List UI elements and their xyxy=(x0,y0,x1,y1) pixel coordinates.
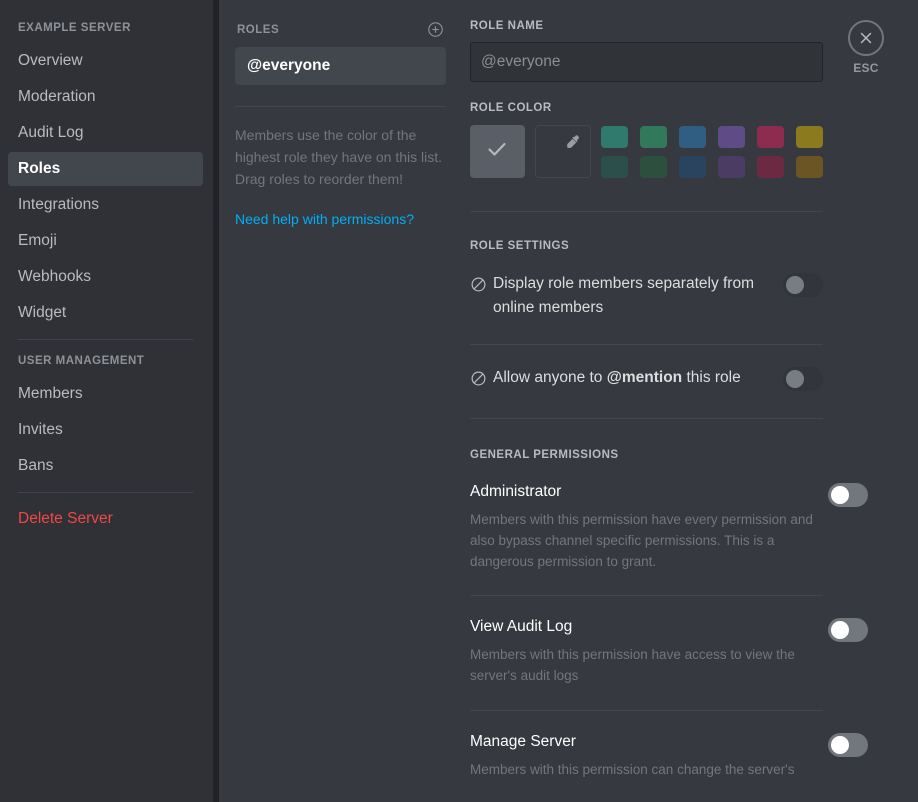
close-label: ESC xyxy=(853,61,879,75)
role-settings-label: ROLE SETTINGS xyxy=(470,240,570,252)
permission-description: Members with this permission can change … xyxy=(470,762,795,777)
sidebar-divider-1 xyxy=(18,339,193,340)
color-swatch[interactable] xyxy=(601,156,628,178)
role-list-item-everyone[interactable]: @everyone xyxy=(235,47,446,85)
sidebar-user-management-header: USER MANAGEMENT xyxy=(18,355,145,367)
permission-row-administrator: Administrator Members with this permissi… xyxy=(470,482,868,572)
sidebar-item-overview[interactable]: Overview xyxy=(8,44,203,78)
sidebar-item-roles[interactable]: Roles xyxy=(8,152,203,186)
deny-icon xyxy=(470,366,493,395)
role-editor-panel: ROLE NAME ROLE COLOR xyxy=(462,0,918,802)
sidebar-divider-2 xyxy=(18,492,193,493)
color-swatch-default[interactable] xyxy=(470,125,525,178)
setting-label-text: Allow anyone to @mention this role xyxy=(493,366,741,390)
close-x-icon xyxy=(848,20,884,56)
color-swatch[interactable] xyxy=(796,156,823,178)
permission-title: Manage Server xyxy=(470,733,576,750)
setting-label-text: Display role members separately from onl… xyxy=(493,275,755,316)
sidebar-item-bans[interactable]: Bans xyxy=(8,449,203,483)
permission-row-manage-server: Manage Server Members with this permissi… xyxy=(470,732,868,780)
divider-after-administrator xyxy=(470,595,823,596)
toggle-manage-server[interactable] xyxy=(828,733,868,757)
roles-help-note: Members use the color of the highest rol… xyxy=(235,127,443,187)
sidebar-item-moderation[interactable]: Moderation xyxy=(8,80,203,114)
toggle-knob xyxy=(831,621,849,639)
color-swatch[interactable] xyxy=(640,156,667,178)
color-swatch[interactable] xyxy=(757,126,784,148)
sidebar-item-widget[interactable]: Widget xyxy=(8,296,203,330)
role-color-picker xyxy=(470,125,823,178)
close-settings-button[interactable]: ESC xyxy=(836,20,896,75)
general-permissions-label: GENERAL PERMISSIONS xyxy=(470,449,619,461)
roles-list-divider xyxy=(235,106,446,107)
divider-after-color xyxy=(470,211,823,212)
toggle-display-separately[interactable] xyxy=(783,273,823,297)
divider-after-audit-log xyxy=(470,710,823,711)
sidebar-item-audit-log[interactable]: Audit Log xyxy=(8,116,203,150)
sidebar-item-delete-server[interactable]: Delete Server xyxy=(8,502,203,536)
sidebar-item-members[interactable]: Members xyxy=(8,377,203,411)
check-icon xyxy=(485,137,509,166)
toggle-knob xyxy=(831,486,849,504)
color-swatch[interactable] xyxy=(679,126,706,148)
divider-after-mention xyxy=(470,418,823,419)
color-palette-grid xyxy=(601,126,823,178)
roles-list-panel: ROLES @everyone Members use the color of… xyxy=(219,0,462,802)
roles-list-header: ROLES xyxy=(235,16,446,47)
permission-title: View Audit Log xyxy=(470,618,573,635)
mention-prefix: Allow anyone to xyxy=(493,369,607,386)
divider-after-display xyxy=(470,344,823,345)
color-swatch[interactable] xyxy=(718,156,745,178)
setting-row-allow-mention: Allow anyone to @mention this role xyxy=(470,366,823,395)
setting-row-display-separately: Display role members separately from onl… xyxy=(470,272,823,320)
role-name-label: ROLE NAME xyxy=(470,20,544,32)
sidebar-item-integrations[interactable]: Integrations xyxy=(8,188,203,222)
toggle-knob xyxy=(831,736,849,754)
permission-description: Members with this permission have every … xyxy=(470,512,813,569)
mention-keyword: @mention xyxy=(606,369,683,386)
permission-description: Members with this permission have access… xyxy=(470,647,795,683)
sidebar-item-webhooks[interactable]: Webhooks xyxy=(8,260,203,294)
sidebar-item-emoji[interactable]: Emoji xyxy=(8,224,203,258)
server-settings-window: EXAMPLE SERVER Overview Moderation Audit… xyxy=(0,0,918,802)
plus-circle-icon[interactable] xyxy=(427,21,444,38)
color-swatch[interactable] xyxy=(757,156,784,178)
sidebar-server-header: EXAMPLE SERVER xyxy=(18,22,131,34)
sidebar-item-invites[interactable]: Invites xyxy=(8,413,203,447)
color-swatch[interactable] xyxy=(601,126,628,148)
permissions-help-link[interactable]: Need help with permissions? xyxy=(235,211,414,227)
permission-title: Administrator xyxy=(470,483,562,500)
color-swatch[interactable] xyxy=(718,126,745,148)
toggle-knob xyxy=(786,276,804,294)
role-name-input[interactable] xyxy=(470,42,823,82)
color-swatch[interactable] xyxy=(796,126,823,148)
toggle-administrator[interactable] xyxy=(828,483,868,507)
deny-icon xyxy=(470,272,493,301)
color-swatch[interactable] xyxy=(679,156,706,178)
color-swatch[interactable] xyxy=(640,126,667,148)
roles-list-title: ROLES xyxy=(237,23,280,36)
toggle-knob xyxy=(786,370,804,388)
settings-sidebar: EXAMPLE SERVER Overview Moderation Audit… xyxy=(0,0,213,802)
eyedropper-icon xyxy=(565,134,581,155)
toggle-view-audit-log[interactable] xyxy=(828,618,868,642)
permission-row-view-audit-log: View Audit Log Members with this permiss… xyxy=(470,617,868,686)
mention-suffix: this role xyxy=(682,369,741,386)
color-swatch-custom[interactable] xyxy=(534,125,591,178)
role-color-label: ROLE COLOR xyxy=(470,102,552,114)
toggle-allow-mention[interactable] xyxy=(783,367,823,391)
